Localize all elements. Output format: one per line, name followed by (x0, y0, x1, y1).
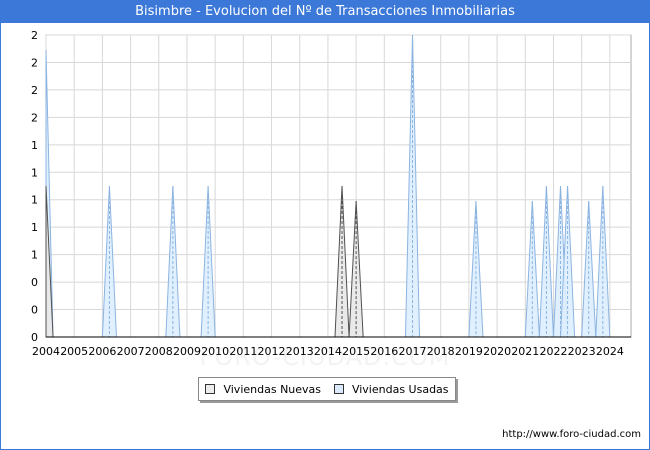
x-tick-label: 2024 (596, 345, 624, 358)
legend-swatch-usadas (333, 384, 344, 394)
x-tick-label: 2006 (88, 345, 116, 358)
y-tick-label: 1 (31, 139, 38, 152)
x-tick-label: 2011 (229, 345, 257, 358)
x-tick-label: 2009 (173, 345, 201, 358)
x-tick-label: 2017 (399, 345, 427, 358)
x-tick-label: 2014 (314, 345, 342, 358)
chart-window: Bisimbre - Evolucion del Nº de Transacci… (0, 0, 650, 450)
x-tick-label: 2023 (568, 345, 596, 358)
x-tick-label: 2020 (483, 345, 511, 358)
legend-swatch-nuevas (205, 384, 216, 394)
y-tick-label: 1 (31, 194, 38, 207)
x-tick-label: 2013 (286, 345, 314, 358)
x-tick-label: 2016 (370, 345, 398, 358)
x-tick-label: 2015 (342, 345, 370, 358)
x-tick-label: 2005 (60, 345, 88, 358)
y-tick-label: 2 (31, 111, 38, 124)
legend-label-nuevas: Viviendas Nuevas (223, 382, 322, 396)
y-tick-label: 2 (31, 29, 38, 42)
y-tick-label: 1 (31, 221, 38, 234)
x-tick-label: 2022 (539, 345, 567, 358)
y-tick-label: 0 (31, 276, 38, 289)
x-tick-label: 2021 (511, 345, 539, 358)
y-tick-label: 0 (31, 304, 38, 317)
legend-item-usadas: Viviendas Usadas (333, 382, 449, 396)
source-url: http://www.foro-ciudad.com (502, 429, 641, 440)
x-tick-label: 2004 (32, 345, 60, 358)
y-tick-label: 2 (31, 56, 38, 69)
y-axis-ticks: 0 0 0 1 1 1 1 1 2 2 2 2 (31, 29, 38, 344)
x-tick-label: 2019 (455, 345, 483, 358)
y-tick-label: 0 (31, 331, 38, 344)
x-tick-label: 2007 (117, 345, 145, 358)
legend: Viviendas Nuevas Viviendas Usadas (198, 377, 456, 401)
x-tick-label: 2012 (258, 345, 286, 358)
y-tick-label: 1 (31, 166, 38, 179)
x-tick-label: 2010 (201, 345, 229, 358)
chart-area: 000111112222 2004 2005 2006 2007 2008 2009 201… (31, 29, 632, 358)
y-tick-label: 1 (31, 249, 38, 262)
y-tick-label: 2 (31, 84, 38, 97)
x-tick-label: 2008 (145, 345, 173, 358)
x-tick-label: 2018 (427, 345, 455, 358)
chart-title: Bisimbre - Evolucion del Nº de Transacci… (1, 1, 649, 23)
x-axis-ticks: 2004 2005 2006 2007 2008 2009 2010 2011 2012 2013… (32, 345, 624, 358)
legend-label-usadas: Viviendas Usadas (351, 382, 449, 396)
legend-item-nuevas: Viviendas Nuevas (205, 383, 321, 396)
